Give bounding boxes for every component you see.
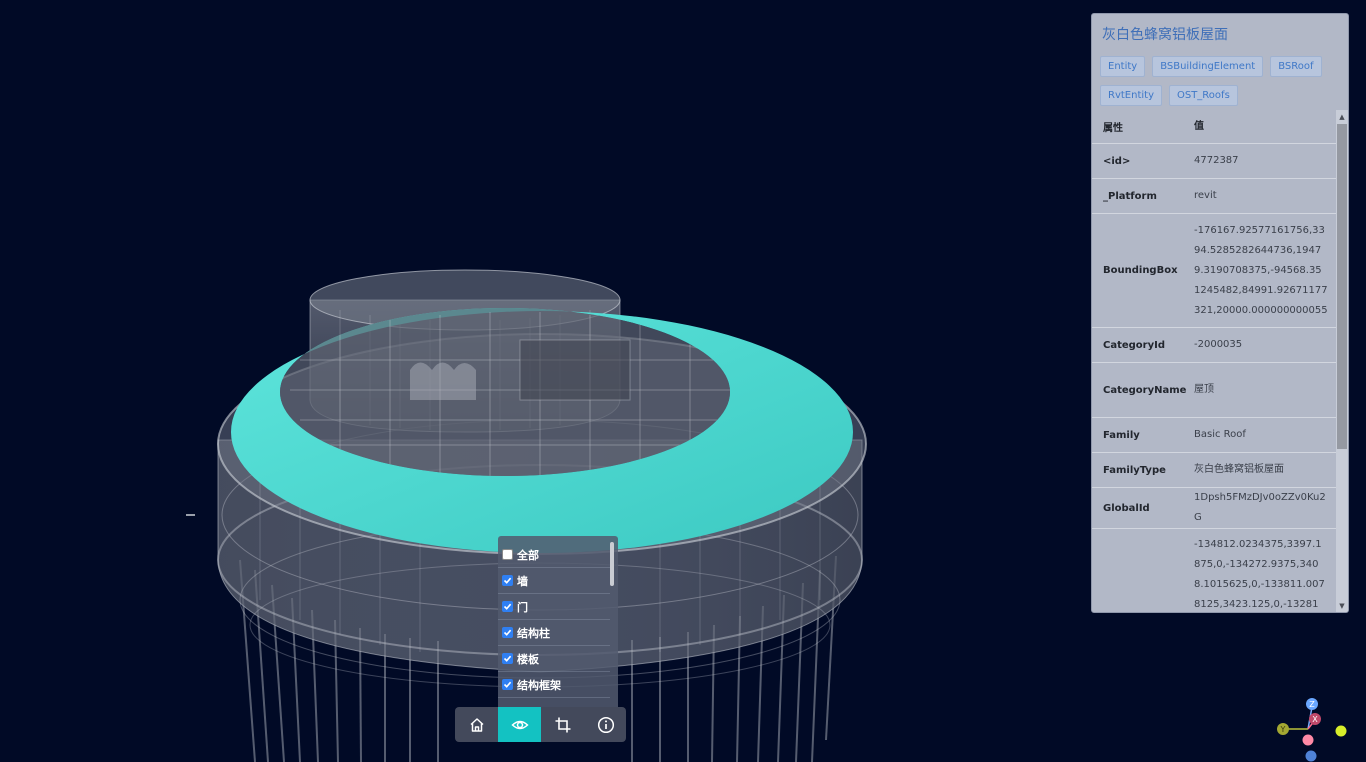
filter-label: 门 [517, 600, 528, 614]
visibility-button[interactable] [498, 707, 541, 742]
panel-scrollbar-thumb[interactable] [1337, 124, 1347, 449]
axis-gizmo[interactable]: Z Y X [1271, 694, 1351, 762]
property-value: -176167.92577161756,3394.5285282644736,1… [1194, 213, 1336, 328]
axis-negative-x-handle[interactable] [1302, 734, 1314, 746]
filter-label: 墙 [517, 574, 528, 588]
3d-viewport[interactable]: 灰白色蜂窝铝板屋面 Entity BSBuildingElement BSRoo… [0, 0, 1366, 762]
table-row: _Platform revit [1092, 178, 1336, 214]
table-row: CategoryName 屋顶 [1092, 362, 1336, 418]
table-row: CategoryId -2000035 [1092, 327, 1336, 363]
tag-bsroof[interactable]: BSRoof [1270, 56, 1322, 77]
scroll-down-icon[interactable]: ▼ [1337, 601, 1347, 611]
tag-ost-roofs[interactable]: OST_Roofs [1168, 85, 1238, 106]
bottom-toolbar [455, 707, 626, 742]
filter-item-door[interactable]: 门 [498, 594, 610, 620]
table-row: Family Basic Roof [1092, 417, 1336, 453]
checkbox-floor[interactable] [502, 653, 513, 664]
table-row: GlobalId 1Dpsh5FMzDJv0oZZv0Ku2G [1092, 487, 1336, 529]
axis-negative-z-handle[interactable] [1305, 750, 1317, 762]
panel-title: 灰白色蜂窝铝板屋面 [1102, 27, 1228, 43]
category-filter-list: 全部 墙 门 结构柱 楼板 结构框架 [498, 536, 618, 707]
filter-item-floor[interactable]: 楼板 [498, 646, 610, 672]
property-value: revit [1194, 178, 1336, 214]
section-crop-button[interactable] [541, 707, 584, 742]
filter-label: 楼板 [517, 652, 539, 666]
checkbox-all[interactable] [502, 549, 513, 560]
property-value: 4772387 [1194, 143, 1336, 179]
property-key: GlobalId [1092, 487, 1194, 529]
table-row: HorizontalPro -134812.0234375,3397.1875,… [1092, 528, 1336, 612]
checkbox-structural-framing[interactable] [502, 679, 513, 690]
axis-negative-y-handle[interactable] [1335, 725, 1347, 737]
axis-x-label: X [1312, 715, 1318, 724]
property-key: CategoryId [1092, 327, 1194, 363]
filter-item-all[interactable]: 全部 [498, 542, 610, 568]
table-row: <id> 4772387 [1092, 143, 1336, 179]
scroll-up-icon[interactable]: ▲ [1337, 112, 1347, 122]
property-value: -2000035 [1194, 327, 1336, 363]
filter-label: 结构框架 [517, 678, 561, 692]
checkbox-wall[interactable] [502, 575, 513, 586]
property-value: 屋顶 [1194, 362, 1336, 418]
property-key: CategoryName [1092, 362, 1194, 418]
checkbox-door[interactable] [502, 601, 513, 612]
filter-label: 全部 [517, 548, 539, 562]
filter-scrollbar[interactable] [610, 542, 614, 586]
tag-entity[interactable]: Entity [1100, 56, 1146, 77]
home-icon [469, 717, 484, 732]
property-key: BoundingBox [1092, 213, 1194, 328]
property-panel: 灰白色蜂窝铝板屋面 Entity BSBuildingElement BSRoo… [1091, 13, 1349, 613]
tag-list: Entity BSBuildingElement BSRoof RvtEntit… [1100, 56, 1340, 106]
property-key: HorizontalPro [1092, 528, 1194, 612]
filter-item-wall[interactable]: 墙 [498, 568, 610, 594]
crop-icon [555, 717, 570, 732]
axis-z-label: Z [1309, 700, 1315, 709]
checkbox-structural-column[interactable] [502, 627, 513, 638]
property-table: 属性 值 <id> 4772387 _Platform revit Boundi… [1092, 110, 1336, 612]
property-key: Family [1092, 417, 1194, 453]
info-button[interactable] [584, 707, 626, 742]
property-key: <id> [1092, 143, 1194, 179]
eye-icon [510, 720, 529, 729]
filter-item-structural-framing[interactable]: 结构框架 [498, 672, 610, 698]
property-value: 1Dpsh5FMzDJv0oZZv0Ku2G [1194, 487, 1336, 529]
table-header: 属性 值 [1092, 110, 1336, 144]
property-table-scroll[interactable]: 属性 值 <id> 4772387 _Platform revit Boundi… [1092, 110, 1336, 612]
axis-y-label: Y [1280, 725, 1286, 734]
column-header-value: 值 [1194, 110, 1336, 144]
table-row: BoundingBox -176167.92577161756,3394.528… [1092, 213, 1336, 328]
filter-label: 结构柱 [517, 626, 550, 640]
property-value: Basic Roof [1194, 417, 1336, 453]
filter-item-structural-column[interactable]: 结构柱 [498, 620, 610, 646]
home-button[interactable] [455, 707, 498, 742]
property-value: -134812.0234375,3397.1875,0,-134272.9375… [1194, 528, 1336, 612]
property-key: _Platform [1092, 178, 1194, 214]
info-icon [597, 716, 614, 733]
table-row: FamilyType 灰白色蜂窝铝板屋面 [1092, 452, 1336, 488]
tag-rvtentity[interactable]: RvtEntity [1100, 85, 1162, 106]
property-value: 灰白色蜂窝铝板屋面 [1194, 452, 1336, 488]
tag-bsbuildingelement[interactable]: BSBuildingElement [1152, 56, 1264, 77]
property-key: FamilyType [1092, 452, 1194, 488]
column-header-key: 属性 [1092, 110, 1194, 144]
